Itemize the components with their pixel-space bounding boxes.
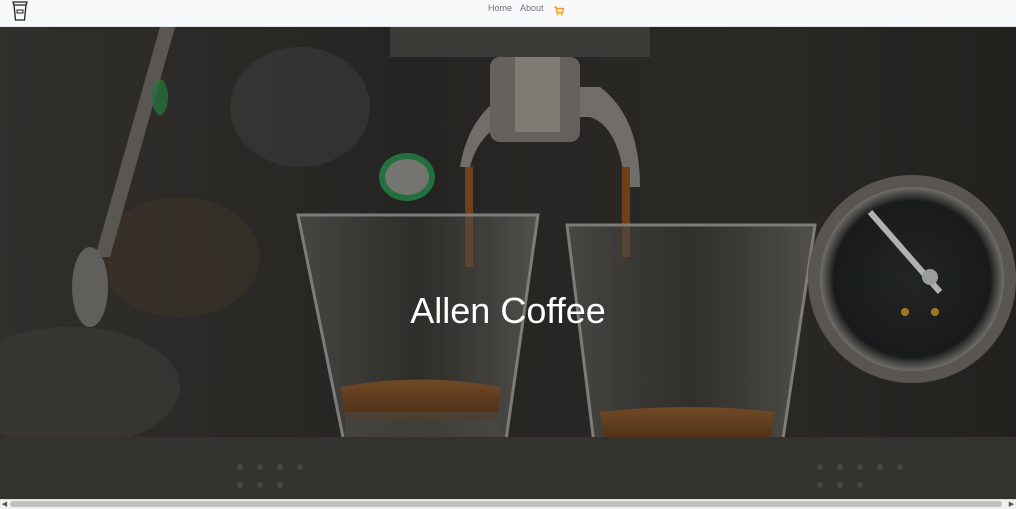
espresso-background-image (0, 27, 1016, 499)
navbar: Home About (0, 0, 1016, 27)
nav-about-link[interactable]: About (520, 3, 544, 13)
nav-home-link[interactable]: Home (488, 3, 512, 13)
coffee-cup-logo-icon[interactable] (10, 0, 30, 22)
hero-title: Allen Coffee (410, 290, 606, 331)
shopping-cart-icon[interactable] (554, 3, 565, 16)
scrollbar-thumb[interactable] (10, 501, 1002, 507)
nav-links: Home About (488, 3, 544, 13)
hero-banner: Allen Coffee (0, 27, 1016, 499)
